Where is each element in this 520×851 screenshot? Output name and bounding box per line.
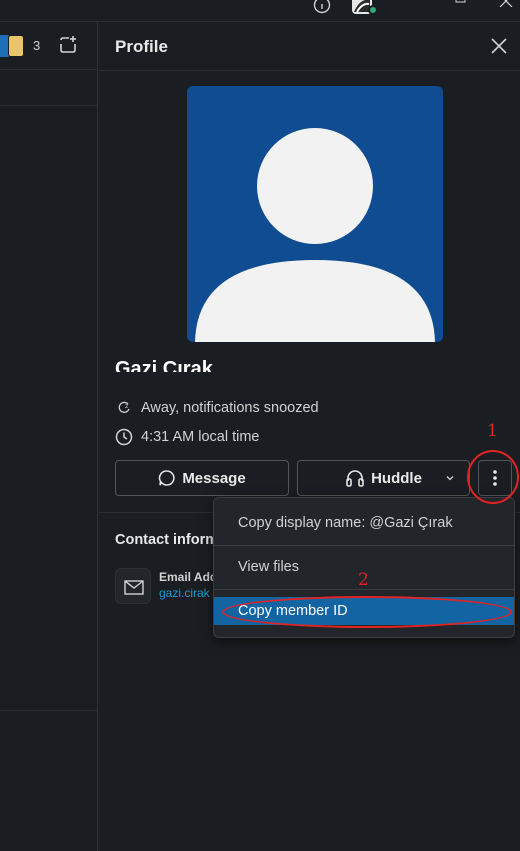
snooze-icon: z: [118, 401, 130, 413]
annotation-number: 2: [358, 570, 369, 590]
member-avatar: [8, 35, 24, 57]
channel-pane: 3: [0, 22, 98, 851]
menu-separator: [214, 545, 514, 546]
annotation-circle: [467, 450, 519, 504]
clock-icon: [115, 428, 133, 446]
profile-header: Profile: [99, 22, 520, 71]
close-icon[interactable]: [490, 37, 508, 55]
profile-photo[interactable]: [187, 86, 443, 342]
page-title: Profile: [115, 37, 168, 56]
huddle-button[interactable]: Huddle: [297, 460, 470, 496]
annotation-circle: [222, 596, 512, 628]
person-icon: [195, 128, 435, 342]
huddle-button-label: Huddle: [371, 469, 422, 487]
mail-icon: [124, 580, 144, 595]
restore-icon[interactable]: [455, 0, 469, 6]
message-button-label: Message: [182, 469, 246, 487]
headphones-icon: [346, 470, 364, 487]
canvas-icon[interactable]: [58, 35, 78, 55]
status-text: Away, notifications snoozed: [141, 400, 319, 416]
channel-header: 3: [0, 22, 98, 70]
email-link[interactable]: gazi.cirak: [159, 586, 215, 600]
title-bar: [0, 0, 520, 22]
message-button[interactable]: Message: [115, 460, 289, 496]
member-count[interactable]: 3: [33, 38, 40, 53]
presence-indicator: [368, 5, 378, 15]
member-avatars[interactable]: [0, 35, 28, 57]
divider: [0, 105, 98, 106]
help-icon[interactable]: [313, 0, 331, 14]
message-icon: [159, 470, 175, 486]
local-time-row: 4:31 AM local time: [115, 428, 259, 446]
profile-name: Gazi Çırak: [115, 358, 213, 372]
mail-icon-box: [115, 568, 151, 604]
chevron-down-icon[interactable]: [445, 473, 455, 483]
email-label: Email Address: [159, 570, 215, 584]
menu-item-copy-display-name[interactable]: Copy display name: @Gazi Çırak: [214, 508, 514, 538]
contact-section-title: Contact information: [115, 532, 215, 548]
close-icon[interactable]: [499, 0, 513, 7]
annotation-number: 1: [487, 421, 498, 441]
svg-text:z: z: [125, 403, 128, 410]
local-time: 4:31 AM local time: [141, 429, 260, 445]
status-row: z Away, notifications snoozed: [117, 400, 319, 416]
divider: [0, 710, 98, 711]
profile-panel: Profile Gazi Çırak z Away, notifications…: [99, 22, 520, 851]
